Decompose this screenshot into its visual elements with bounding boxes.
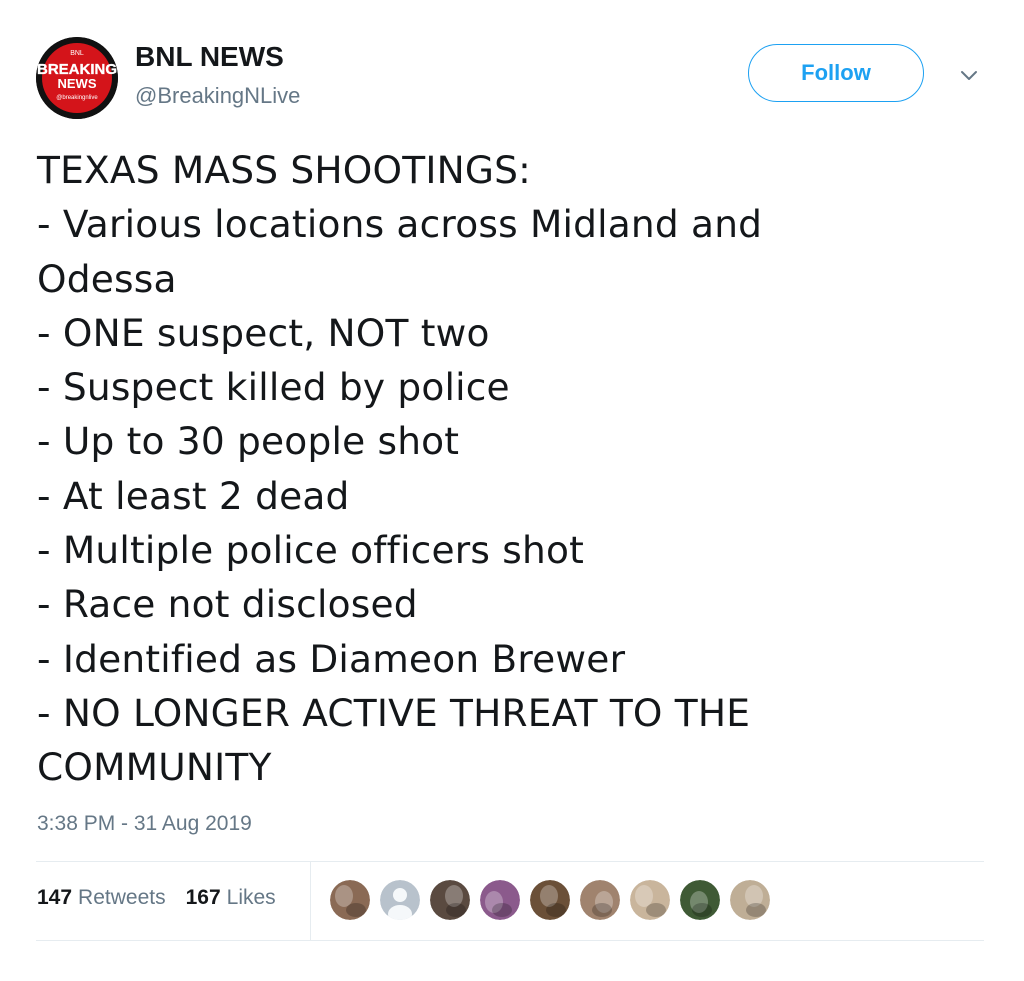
default-avatar-icon: [380, 880, 420, 920]
tweet-line: - At least 2 dead: [37, 473, 350, 518]
retweets-label: Retweets: [78, 886, 166, 909]
user-photo-icon: [580, 880, 620, 920]
likes-stat[interactable]: 167 Likes: [186, 886, 276, 910]
user-photo-icon: [530, 880, 570, 920]
user-photo-icon: [630, 880, 670, 920]
liker-avatar[interactable]: [430, 880, 470, 920]
tweet-line: - Various locations across Midland and: [37, 202, 763, 247]
liker-avatar[interactable]: [480, 880, 520, 920]
tweet-card: BNL BREAKING NEWS @breakingnlive BNL NEW…: [0, 0, 1024, 981]
liker-avatars: [330, 880, 770, 920]
liker-avatar[interactable]: [730, 880, 770, 920]
liker-avatar[interactable]: [580, 880, 620, 920]
tweet-line: - Multiple police officers shot: [37, 528, 585, 573]
likes-count: 167: [185, 886, 221, 909]
tweet-line: Odessa: [37, 256, 177, 301]
tweet-line: - Up to 30 people shot: [37, 419, 460, 464]
breaking-news-logo-icon: BNL BREAKING NEWS @breakingnlive: [36, 37, 118, 119]
likes-label: Likes: [226, 886, 276, 909]
avatar-bottom-text: @breakingnlive: [56, 95, 98, 101]
tweet-line: - ONE suspect, NOT two: [37, 310, 490, 355]
liker-avatar[interactable]: [380, 880, 420, 920]
user-photo-icon: [730, 880, 770, 920]
liker-avatar[interactable]: [630, 880, 670, 920]
author-handle[interactable]: @BreakingNLive: [135, 83, 300, 109]
tweet-line: - Suspect killed by police: [37, 365, 510, 410]
retweets-count: 147: [37, 886, 73, 909]
chevron-down-icon[interactable]: [956, 66, 982, 86]
tweet-stats: 147 Retweets 167 Likes: [37, 886, 276, 910]
tweet-line: TEXAS MASS SHOOTINGS:: [37, 148, 531, 192]
tweet-text: TEXAS MASS SHOOTINGS: - Various location…: [37, 143, 997, 795]
follow-button[interactable]: Follow: [748, 44, 924, 102]
tweet-timestamp[interactable]: 3:38 PM - 31 Aug 2019: [37, 812, 252, 836]
user-photo-icon: [480, 880, 520, 920]
author-avatar[interactable]: BNL BREAKING NEWS @breakingnlive: [36, 37, 118, 119]
author-display-name[interactable]: BNL NEWS: [135, 41, 284, 73]
liker-avatar[interactable]: [530, 880, 570, 920]
tweet-line: - NO LONGER ACTIVE THREAT TO THE: [37, 690, 751, 735]
divider: [36, 861, 984, 862]
tweet-line: COMMUNITY: [37, 745, 272, 790]
stats-separator: [310, 862, 311, 940]
tweet-line: - Race not disclosed: [37, 582, 418, 627]
tweet-line: - Identified as Diameon Brewer: [37, 636, 626, 681]
retweets-stat[interactable]: 147 Retweets: [37, 886, 166, 910]
avatar-top-text: BNL: [70, 50, 84, 57]
user-photo-icon: [430, 880, 470, 920]
user-photo-icon: [680, 880, 720, 920]
divider: [36, 940, 984, 941]
avatar-main-text-2: NEWS: [58, 76, 97, 91]
liker-avatar[interactable]: [680, 880, 720, 920]
user-photo-icon: [330, 880, 370, 920]
liker-avatar[interactable]: [330, 880, 370, 920]
